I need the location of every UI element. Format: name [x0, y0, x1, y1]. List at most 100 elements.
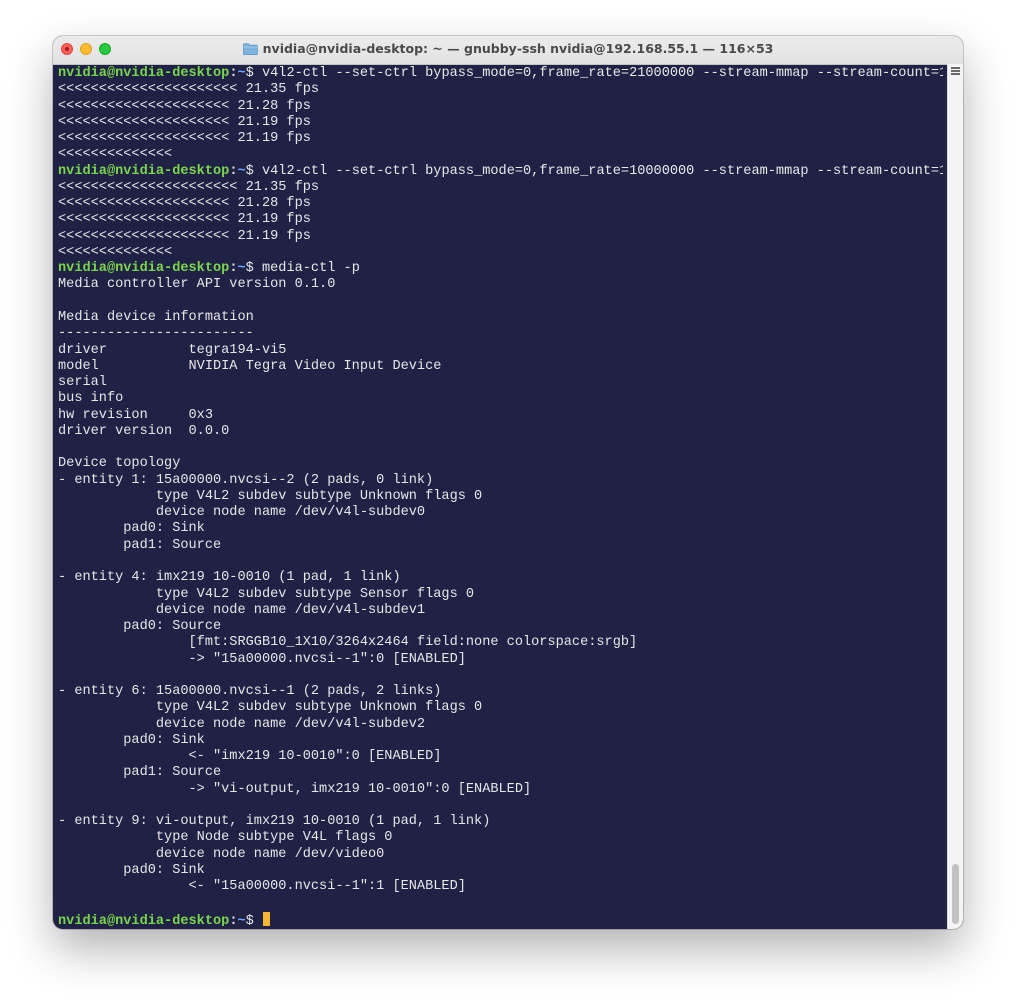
prompt-line: nvidia@nvidia-desktop:~$	[58, 911, 943, 926]
prompt-user-host: nvidia@nvidia-desktop	[58, 66, 230, 81]
output-line: bus info	[58, 391, 943, 407]
output-text: <<<<<<<<<<<<<<<<<<<<< 21.19 fps	[58, 131, 311, 147]
output-line: -> "vi-output, imx219 10-0010":0 [ENABLE…	[58, 782, 943, 798]
terminal-window[interactable]: nvidia@nvidia-desktop: ~ — gnubby-ssh nv…	[53, 36, 963, 929]
output-line: hw revision 0x3	[58, 408, 943, 424]
prompt-dollar: $	[245, 913, 262, 926]
vertical-scrollbar[interactable]	[947, 64, 963, 929]
output-line: - entity 9: vi-output, imx219 10-0010 (1…	[58, 814, 943, 830]
command-text: v4l2-ctl --set-ctrl bypass_mode=0,frame_…	[261, 66, 943, 81]
prompt-path: ~	[237, 66, 246, 81]
output-text: <<<<<<<<<<<<<<<<<<<<<< 21.35 fps	[58, 179, 320, 195]
output-line: Media device information	[58, 310, 943, 326]
output-line: driver version 0.0.0	[58, 424, 943, 440]
output-text: Device topology	[58, 456, 181, 472]
output-text: <<<<<<<<<<<<<<<<<<<<< 21.19 fps	[58, 228, 311, 244]
output-text: model NVIDIA Tegra Video Input Device	[58, 358, 442, 374]
output-text: <<<<<<<<<<<<<<	[58, 147, 173, 163]
output-text: pad0: Sink	[58, 732, 205, 748]
output-text: <<<<<<<<<<<<<<<<<<<<< 21.19 fps	[58, 212, 311, 228]
output-line: type V4L2 subdev subtype Unknown flags 0	[58, 489, 943, 505]
output-line: <- "15a00000.nvcsi--1":1 [ENABLED]	[58, 879, 943, 895]
output-text: -> "vi-output, imx219 10-0010":0 [ENABLE…	[58, 781, 532, 797]
prompt-line: nvidia@nvidia-desktop:~$ v4l2-ctl --set-…	[58, 164, 943, 180]
prompt-path: ~	[237, 913, 246, 926]
output-line: type V4L2 subdev subtype Unknown flags 0	[58, 700, 943, 716]
output-text: - entity 1: 15a00000.nvcsi--2 (2 pads, 0…	[58, 472, 434, 488]
output-line: <<<<<<<<<<<<<<	[58, 245, 943, 261]
output-text: pad0: Sink	[58, 863, 205, 879]
output-text: <<<<<<<<<<<<<<<<<<<<< 21.19 fps	[58, 114, 311, 130]
output-text: pad0: Source	[58, 619, 222, 635]
output-line: <<<<<<<<<<<<<<<<<<<<< 21.28 fps	[58, 99, 943, 115]
output-line: <<<<<<<<<<<<<<<<<<<<< 21.28 fps	[58, 196, 943, 212]
scrollbar-thumb[interactable]	[952, 864, 959, 924]
output-text: driver tegra194-vi5	[58, 342, 287, 358]
prompt-dollar: $	[245, 261, 262, 277]
output-text: -> "15a00000.nvcsi--1":0 [ENABLED]	[58, 651, 466, 667]
prompt-user-host: nvidia@nvidia-desktop	[58, 163, 230, 179]
output-text: device node name /dev/v4l-subdev0	[58, 505, 426, 521]
output-line: <<<<<<<<<<<<<<<<<<<<< 21.19 fps	[58, 212, 943, 228]
output-line: - entity 4: imx219 10-0010 (1 pad, 1 lin…	[58, 570, 943, 586]
output-text: - entity 9: vi-output, imx219 10-0010 (1…	[58, 814, 491, 830]
prompt-user-host: nvidia@nvidia-desktop	[58, 261, 230, 277]
output-text: <<<<<<<<<<<<<<<<<<<<< 21.28 fps	[58, 98, 311, 114]
scrollbar-marker-icon[interactable]	[951, 67, 960, 77]
output-text: serial	[58, 375, 107, 391]
folder-icon	[242, 43, 258, 58]
output-line: <<<<<<<<<<<<<<<<<<<<< 21.19 fps	[58, 229, 943, 245]
output-line: Device topology	[58, 456, 943, 472]
output-line: pad1: Source	[58, 538, 943, 554]
prompt-dollar: $	[245, 66, 262, 81]
output-text: - entity 6: 15a00000.nvcsi--1 (2 pads, 2…	[58, 684, 442, 700]
output-line: device node name /dev/v4l-subdev0	[58, 505, 943, 521]
output-text: ------------------------	[58, 326, 254, 342]
output-line: pad0: Source	[58, 619, 943, 635]
output-text: Media device information	[58, 309, 254, 325]
output-line: ------------------------	[58, 326, 943, 342]
window-title: nvidia@nvidia-desktop: ~ — gnubby-ssh nv…	[262, 41, 774, 56]
command-text: media-ctl -p	[261, 261, 360, 277]
output-line: device node name /dev/video0	[58, 847, 943, 863]
prompt-user-host: nvidia@nvidia-desktop	[58, 913, 230, 926]
window-title-container: nvidia@nvidia-desktop: ~ — gnubby-ssh nv…	[53, 41, 963, 58]
prompt-dollar: $	[245, 163, 262, 179]
terminal-output[interactable]: nvidia@nvidia-desktop:~$ v4l2-ctl --set-…	[58, 66, 943, 926]
output-text: [fmt:SRGGB10_1X10/3264x2464 field:none c…	[58, 635, 638, 651]
output-text: pad1: Source	[58, 765, 222, 781]
output-line: pad1: Source	[58, 765, 943, 781]
output-line: <<<<<<<<<<<<<<	[58, 147, 943, 163]
output-text: device node name /dev/v4l-subdev2	[58, 716, 426, 732]
output-line: device node name /dev/v4l-subdev2	[58, 717, 943, 733]
output-text: Media controller API version 0.1.0	[58, 277, 336, 293]
output-text: device node name /dev/v4l-subdev1	[58, 602, 426, 618]
output-line: Media controller API version 0.1.0	[58, 277, 943, 293]
output-line: pad0: Sink	[58, 521, 943, 537]
output-text: driver version 0.0.0	[58, 423, 230, 439]
output-line: <<<<<<<<<<<<<<<<<<<<< 21.19 fps	[58, 131, 943, 147]
output-line: model NVIDIA Tegra Video Input Device	[58, 359, 943, 375]
output-text: type V4L2 subdev subtype Unknown flags 0	[58, 488, 483, 504]
output-line: type Node subtype V4L flags 0	[58, 830, 943, 846]
output-line: [fmt:SRGGB10_1X10/3264x2464 field:none c…	[58, 635, 943, 651]
prompt-path: ~	[237, 261, 246, 277]
output-line: <<<<<<<<<<<<<<<<<<<<<< 21.35 fps	[58, 82, 943, 98]
output-text: hw revision 0x3	[58, 407, 213, 423]
prompt-path: ~	[237, 163, 246, 179]
output-text: <<<<<<<<<<<<<<<<<<<<<< 21.35 fps	[58, 82, 320, 98]
output-line: device node name /dev/v4l-subdev1	[58, 603, 943, 619]
output-line: pad0: Sink	[58, 863, 943, 879]
output-text: <<<<<<<<<<<<<<<<<<<<< 21.28 fps	[58, 196, 311, 212]
output-line: <<<<<<<<<<<<<<<<<<<<<< 21.35 fps	[58, 180, 943, 196]
output-text: - entity 4: imx219 10-0010 (1 pad, 1 lin…	[58, 570, 401, 586]
output-text: type V4L2 subdev subtype Sensor flags 0	[58, 586, 475, 602]
output-line: type V4L2 subdev subtype Sensor flags 0	[58, 587, 943, 603]
output-line: <- "imx219 10-0010":0 [ENABLED]	[58, 749, 943, 765]
title-bar[interactable]: nvidia@nvidia-desktop: ~ — gnubby-ssh nv…	[53, 36, 963, 65]
output-line: - entity 1: 15a00000.nvcsi--2 (2 pads, 0…	[58, 473, 943, 489]
